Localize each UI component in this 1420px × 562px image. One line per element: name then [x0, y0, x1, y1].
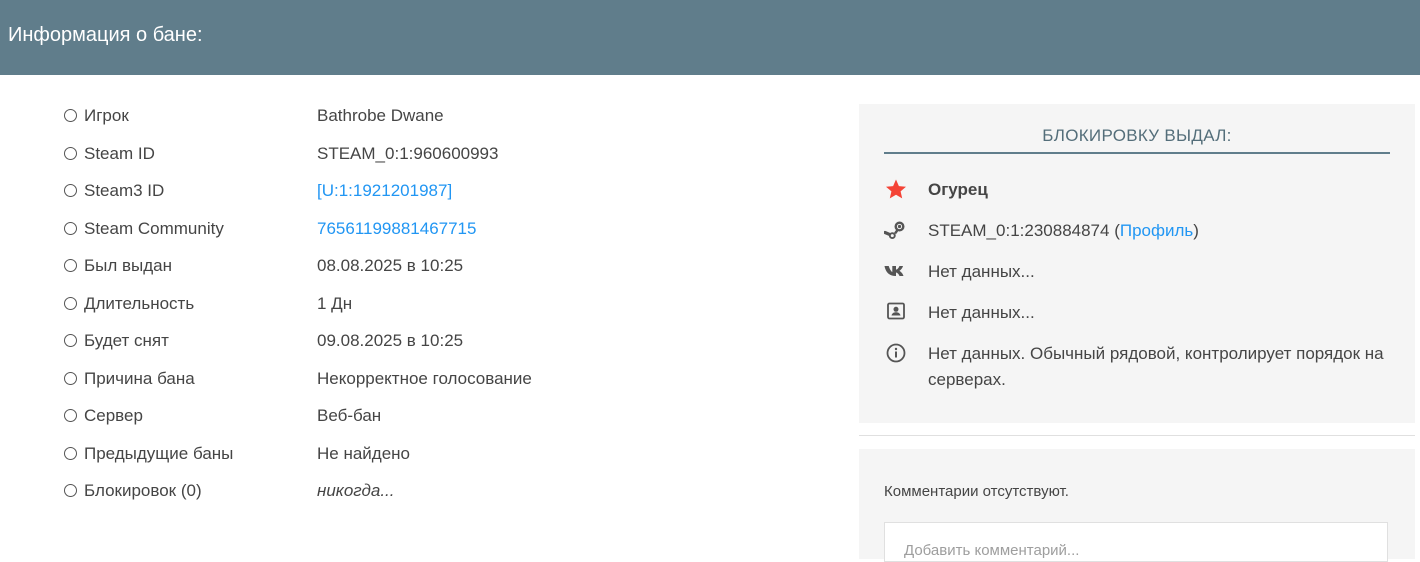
info-value-player: Bathrobe Dwane [317, 106, 444, 125]
info-row-steam-community: Steam Community 76561199881467715 [64, 217, 624, 241]
info-row-previous-bans: Предыдущие баны Не найдено [64, 442, 624, 466]
info-label: Сервер [84, 406, 143, 425]
admin-steam-text: STEAM_0:1:230884874 (Профиль) [928, 218, 1394, 244]
info-row-steam-id: Steam ID STEAM_0:1:960600993 [64, 142, 624, 166]
info-label: Игрок [84, 106, 129, 125]
info-label: Причина бана [84, 369, 195, 388]
info-label: Был выдан [84, 256, 173, 275]
info-row-duration: Длительность 1 Дн [64, 292, 624, 316]
page-title: Информация о бане: [8, 24, 203, 46]
info-label: Steam Community [84, 219, 224, 238]
info-value-duration: 1 Дн [317, 294, 353, 313]
circle-outline-icon [64, 447, 77, 460]
admin-profile-link[interactable]: Профиль [1120, 221, 1193, 240]
info-label: Будет снят [84, 331, 169, 350]
info-value-steam-id: STEAM_0:1:960600993 [317, 144, 499, 163]
admin-about-text: Нет данных. Обычный рядовой, контролируе… [928, 344, 1384, 389]
section-divider [859, 435, 1415, 436]
info-label: Блокировок (0) [84, 481, 202, 500]
info-label: Длительность [84, 294, 195, 313]
info-value-issued: 08.08.2025 в 10:25 [317, 256, 464, 275]
comments-card: Комментарии отсутствуют. [859, 449, 1415, 562]
admin-name: Огурец [928, 180, 988, 199]
info-row-blocks: Блокировок (0) никогда... [64, 479, 624, 503]
admin-title-underline [884, 152, 1390, 154]
steam3-id-link[interactable]: [U:1:1921201987] [317, 179, 452, 203]
circle-outline-icon [64, 147, 77, 160]
info-value-blocks: никогда... [317, 481, 395, 500]
info-label: Steam ID [84, 144, 155, 163]
paren-close: ) [1193, 221, 1199, 240]
info-label: Steam3 ID [84, 181, 165, 200]
steam-icon [884, 221, 905, 239]
info-row-player: Игрок Bathrobe Dwane [64, 104, 624, 128]
info-row-expires: Будет снят 09.08.2025 в 10:25 [64, 329, 624, 353]
steam-community-link[interactable]: 76561199881467715 [317, 217, 476, 241]
circle-outline-icon [64, 372, 77, 385]
info-row-reason: Причина бана Некорректное голосование [64, 367, 624, 391]
circle-outline-icon [64, 409, 77, 422]
info-value-previous-bans: Не найдено [317, 444, 411, 463]
admin-vk-text: Нет данных... [928, 262, 1035, 281]
info-icon [886, 343, 906, 363]
no-comments-text: Комментарии отсутствуют. [884, 483, 1069, 500]
circle-outline-icon [64, 259, 77, 272]
comment-input[interactable] [884, 522, 1388, 562]
circle-outline-icon [64, 484, 77, 497]
info-row-steam3-id: Steam3 ID [U:1:1921201987] [64, 179, 624, 203]
circle-outline-icon [64, 334, 77, 347]
info-row-server: Сервер Веб-бан [64, 404, 624, 428]
star-icon [886, 179, 906, 199]
admin-card: БЛОКИРОВКУ ВЫДАЛ: Огурец STEAM_0:1:23088… [859, 104, 1415, 423]
contact-card-icon [887, 302, 905, 320]
paren-open: ( [1109, 221, 1120, 240]
info-label: Предыдущие баны [84, 444, 234, 463]
circle-outline-icon [64, 109, 77, 122]
info-value-expires: 09.08.2025 в 10:25 [317, 331, 464, 350]
admin-card-title: БЛОКИРОВКУ ВЫДАЛ: [1042, 126, 1232, 145]
admin-contact-text: Нет данных... [928, 303, 1035, 322]
info-value-reason: Некорректное голосование [317, 369, 532, 388]
info-row-issued: Был выдан 08.08.2025 в 10:25 [64, 254, 624, 278]
info-value-server: Веб-бан [317, 406, 382, 425]
admin-steam-id: STEAM_0:1:230884874 [928, 221, 1110, 240]
page-header: Информация о бане: [0, 0, 1420, 75]
vk-icon [884, 266, 904, 276]
circle-outline-icon [64, 222, 77, 235]
circle-outline-icon [64, 297, 77, 310]
circle-outline-icon [64, 184, 77, 197]
